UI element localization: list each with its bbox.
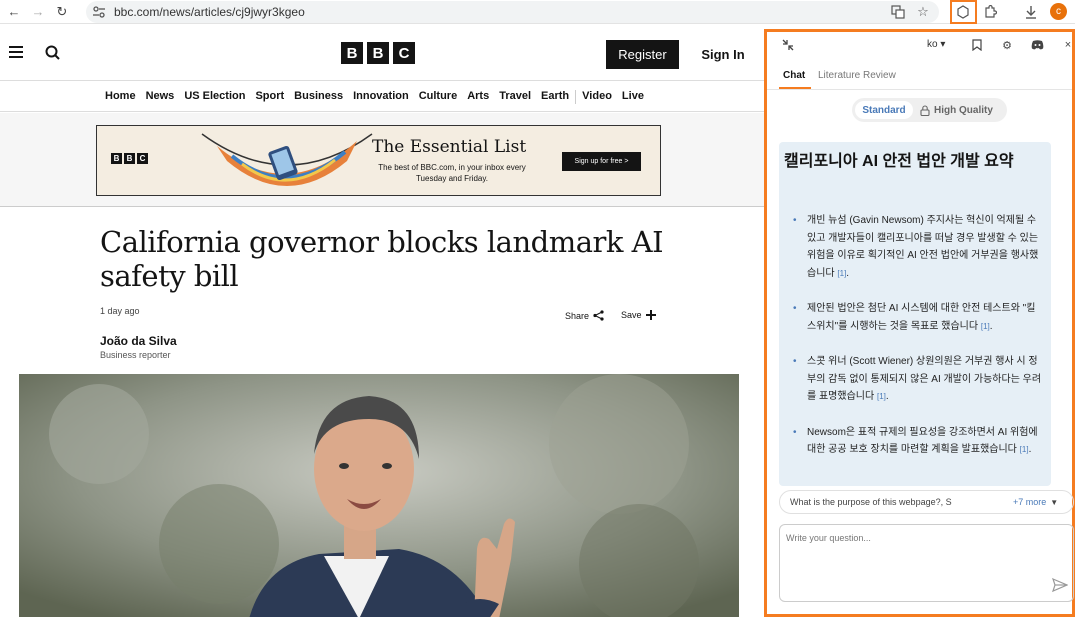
banner-text: The best of BBC.com, in your inbox every…: [378, 163, 526, 183]
mode-standard-button[interactable]: Standard: [855, 101, 913, 119]
assistant-sidebar: ko ▾ ⚙ × Chat Literature Review Standard…: [764, 29, 1075, 617]
list-item: Newsom은 표적 규제의 필요성을 강조하면서 AI 위험에 대한 공공 보…: [793, 424, 1046, 459]
article-photo: [19, 374, 739, 617]
nav-sport[interactable]: Sport: [255, 90, 284, 104]
suggested-question[interactable]: What is the purpose of this webpage?, S: [790, 497, 978, 507]
answer-card: 캘리포니아 AI 안전 법안 개발 요약 개빈 뉴섬 (Gavin Newsom…: [779, 142, 1051, 486]
close-icon[interactable]: ×: [1061, 38, 1075, 52]
forward-icon[interactable]: →: [28, 2, 48, 22]
quality-toggle: Standard High Quality: [852, 98, 1007, 122]
collapse-icon[interactable]: [781, 38, 795, 52]
governor-photo-illustration: [19, 374, 739, 617]
tab-chat[interactable]: Chat: [783, 70, 805, 81]
nav-culture[interactable]: Culture: [419, 90, 458, 104]
banner-signup-button[interactable]: Sign up for free >: [562, 152, 641, 171]
nav-divider: [575, 90, 577, 104]
active-tab-indicator: [779, 87, 811, 89]
bbc-logo[interactable]: B B C: [341, 42, 415, 64]
back-icon[interactable]: ←: [4, 2, 24, 22]
bbc-nav: Home News US Election Sport Business Inn…: [0, 82, 764, 112]
answer-title: 캘리포니아 AI 안전 법안 개발 요약: [784, 153, 1014, 170]
language-select[interactable]: ko ▾: [927, 39, 945, 50]
share-icon: [593, 310, 604, 321]
nav-innovation[interactable]: Innovation: [353, 90, 409, 104]
hammock-illustration: [201, 133, 373, 186]
sidebar-toolbar: ko ▾ ⚙ ×: [767, 32, 1072, 60]
mode-high-quality-button[interactable]: High Quality: [920, 101, 1004, 119]
tab-literature-review[interactable]: Literature Review: [818, 70, 896, 81]
citation-link[interactable]: [1]: [1020, 445, 1029, 454]
banner-bbc-logo: B B C: [111, 153, 148, 164]
author-name[interactable]: João da Silva: [100, 334, 177, 348]
lock-icon: [920, 104, 930, 116]
plus-icon: [645, 310, 656, 320]
bookmark-icon[interactable]: [970, 38, 984, 52]
send-icon[interactable]: [1052, 577, 1068, 593]
nav-home[interactable]: Home: [105, 90, 136, 104]
list-item: 개빈 뉴섬 (Gavin Newsom) 주지사는 혁신이 억제될 수 있고 개…: [793, 212, 1046, 282]
caret-down-icon: ▾: [940, 39, 946, 50]
citation-link[interactable]: [1]: [981, 322, 990, 331]
discord-icon[interactable]: [1030, 38, 1044, 52]
bbc-article-page: B B C Register Sign In Home News US Elec…: [0, 25, 764, 617]
nav-live[interactable]: Live: [622, 90, 644, 104]
nav-business[interactable]: Business: [294, 90, 343, 104]
save-button[interactable]: Save: [621, 310, 656, 320]
share-button[interactable]: Share: [565, 310, 604, 321]
citation-link[interactable]: [1]: [877, 392, 886, 401]
suggested-questions[interactable]: What is the purpose of this webpage?, S …: [779, 490, 1074, 514]
signin-button[interactable]: Sign In: [697, 40, 749, 69]
nav-video[interactable]: Video: [582, 90, 612, 104]
profile-avatar[interactable]: c: [1050, 3, 1067, 20]
banner-title: The Essential List: [372, 137, 527, 157]
nav-us-election[interactable]: US Election: [184, 90, 245, 104]
bbc-header: B B C Register Sign In: [0, 25, 764, 81]
address-bar[interactable]: bbc.com/news/articles/cj9jwyr3kgeo: [86, 1, 939, 23]
nav-travel[interactable]: Travel: [499, 90, 531, 104]
question-input-box: [779, 524, 1074, 602]
article-date: 1 day ago: [100, 306, 140, 316]
puzzle-icon[interactable]: [980, 2, 1000, 22]
list-item: 제안된 법안은 첨단 AI 시스템에 대한 안전 테스트와 "킬 스위치"를 시…: [793, 300, 1046, 335]
article-headline: California governor blocks landmark AI s…: [100, 225, 664, 293]
question-input[interactable]: [786, 533, 1046, 573]
sidebar-tabs: Chat Literature Review: [767, 62, 1072, 90]
translate-icon[interactable]: [888, 2, 908, 22]
url-text: bbc.com/news/articles/cj9jwyr3kgeo: [114, 5, 305, 19]
ad-area: B B C The Essential List The best of BBC…: [0, 113, 764, 207]
register-button[interactable]: Register: [606, 40, 679, 69]
chevron-down-icon[interactable]: ▼: [1050, 498, 1058, 507]
nav-news[interactable]: News: [146, 90, 175, 104]
menu-icon[interactable]: [9, 46, 23, 58]
more-suggestions-button[interactable]: +7 more: [1013, 497, 1046, 507]
download-icon[interactable]: [1021, 2, 1041, 22]
gear-icon[interactable]: ⚙: [1000, 38, 1014, 52]
author-role: Business reporter: [100, 350, 171, 360]
list-item: 스콧 위너 (Scott Wiener) 상원의원은 거부권 행사 시 정부의 …: [793, 353, 1046, 406]
answer-list: 개빈 뉴섬 (Gavin Newsom) 주지사는 혁신이 억제될 수 있고 개…: [793, 212, 1046, 477]
newsletter-banner[interactable]: B B C The Essential List The best of BBC…: [96, 125, 661, 196]
star-icon[interactable]: ☆: [913, 2, 933, 22]
reload-icon[interactable]: ↻: [52, 2, 72, 22]
browser-toolbar: ← → ↻ bbc.com/news/articles/cj9jwyr3kgeo…: [0, 0, 1075, 24]
nav-arts[interactable]: Arts: [467, 90, 489, 104]
search-icon[interactable]: [44, 44, 62, 62]
extension-highlight: [950, 0, 977, 24]
citation-link[interactable]: [1]: [837, 269, 846, 278]
nav-earth[interactable]: Earth: [541, 90, 569, 104]
site-settings-icon[interactable]: [92, 5, 106, 19]
